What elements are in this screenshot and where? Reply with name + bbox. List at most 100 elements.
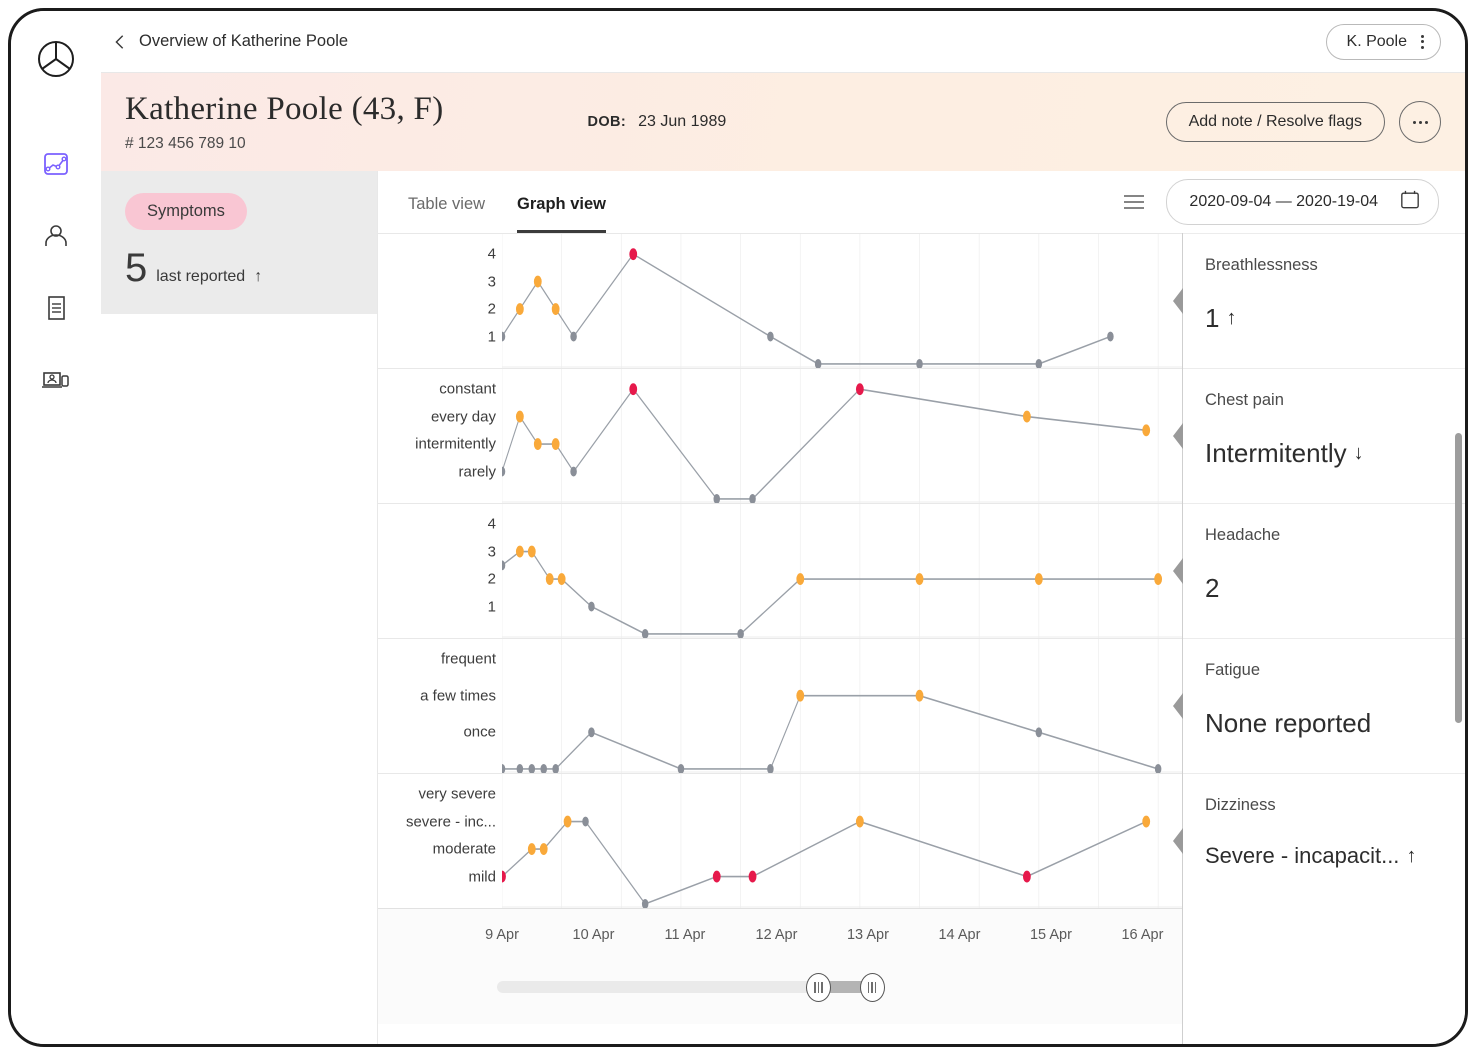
content-body: Symptoms 5 last reported ↑ Table view Gr…	[101, 171, 1465, 1044]
data-point[interactable]	[1142, 424, 1151, 437]
data-point[interactable]	[737, 628, 744, 638]
data-point[interactable]	[563, 815, 572, 828]
data-point[interactable]	[588, 727, 595, 738]
data-point[interactable]	[916, 358, 923, 368]
data-point[interactable]	[1034, 573, 1043, 585]
data-point[interactable]	[515, 410, 524, 423]
data-point[interactable]	[629, 248, 638, 261]
kebab-menu-icon[interactable]	[1421, 34, 1424, 49]
category-pill-symptoms[interactable]: Symptoms	[125, 193, 247, 230]
data-point[interactable]	[570, 331, 577, 342]
vertical-scrollbar[interactable]	[1455, 433, 1462, 723]
data-point[interactable]	[502, 870, 506, 883]
data-point[interactable]	[749, 493, 756, 503]
data-point[interactable]	[588, 601, 595, 612]
data-point[interactable]	[748, 870, 757, 883]
plot-area[interactable]	[502, 774, 1183, 908]
patient-banner: Katherine Poole (43, F) # 123 456 789 10…	[101, 73, 1465, 171]
summary-row[interactable]: Dizziness Severe - incapacit... ↑	[1183, 773, 1465, 908]
data-point[interactable]	[915, 573, 924, 585]
data-point[interactable]	[527, 843, 536, 855]
tab-table-view[interactable]: Table view	[408, 195, 485, 233]
data-point[interactable]	[570, 466, 577, 477]
data-point[interactable]	[528, 763, 536, 773]
data-point[interactable]	[796, 573, 805, 585]
y-axis-tick: 1	[487, 328, 496, 345]
nav-item-telehealth[interactable]	[33, 357, 79, 403]
data-point[interactable]	[540, 763, 547, 773]
y-axis: mild moderate severe - inc... very severe	[378, 774, 502, 908]
data-point[interactable]	[641, 628, 649, 638]
data-point[interactable]	[516, 763, 524, 773]
data-point[interactable]	[515, 545, 524, 558]
data-point[interactable]	[855, 383, 864, 396]
range-slider-handle-right[interactable]	[859, 973, 885, 1002]
data-point[interactable]	[552, 763, 559, 773]
chart-toolbar: Table view Graph view 2020-09-04 — 2020-…	[378, 171, 1465, 233]
tab-graph-view[interactable]: Graph view	[517, 195, 606, 233]
data-point[interactable]	[502, 466, 506, 477]
data-point[interactable]	[527, 545, 536, 558]
data-point[interactable]	[1142, 815, 1151, 828]
data-point[interactable]	[502, 560, 506, 571]
data-point[interactable]	[855, 815, 864, 828]
hamburger-icon[interactable]	[1124, 195, 1145, 209]
trend-up-arrow-icon: ↑	[1226, 307, 1237, 329]
plot-area[interactable]	[502, 504, 1183, 638]
summary-row[interactable]: Headache 2	[1183, 503, 1465, 638]
calendar-icon[interactable]	[1400, 189, 1420, 215]
symptom-count: 5	[125, 246, 148, 290]
data-point[interactable]	[551, 438, 560, 450]
nav-item-trends[interactable]	[33, 141, 79, 187]
data-point[interactable]	[1107, 331, 1114, 342]
data-point[interactable]	[1022, 410, 1031, 423]
date-range-picker[interactable]: 2020-09-04 — 2020-19-04	[1166, 179, 1439, 225]
summary-value-text: 1	[1205, 303, 1220, 333]
app-nav-rail	[11, 11, 101, 1044]
data-point[interactable]	[551, 303, 560, 315]
banner-more-options-button[interactable]	[1399, 101, 1441, 143]
data-point[interactable]	[557, 573, 566, 585]
summary-row[interactable]: Fatigue None reported	[1183, 638, 1465, 773]
plot-area[interactable]	[502, 234, 1183, 368]
symptom-panels: 1 2 3 4 rarely intermitently every day constant…	[378, 233, 1183, 908]
data-point[interactable]	[1035, 358, 1043, 368]
data-point[interactable]	[915, 689, 924, 702]
y-axis-tick: 4	[487, 245, 496, 263]
data-point[interactable]	[712, 870, 721, 883]
range-slider[interactable]	[378, 965, 1182, 1015]
data-point[interactable]	[814, 358, 822, 368]
add-note-resolve-flags-button[interactable]: Add note / Resolve flags	[1165, 102, 1385, 142]
data-point[interactable]	[767, 763, 774, 773]
summary-symptom-name: Chest pain	[1205, 391, 1284, 409]
data-point[interactable]	[796, 689, 805, 702]
nav-item-documents[interactable]	[33, 285, 79, 331]
data-point[interactable]	[545, 573, 554, 585]
range-slider-track[interactable]	[497, 973, 885, 1002]
data-point[interactable]	[1035, 727, 1043, 738]
back-chevron-icon[interactable]	[109, 31, 131, 53]
data-point[interactable]	[629, 383, 638, 396]
data-point[interactable]	[1022, 870, 1031, 883]
range-slider-handle-left[interactable]	[805, 973, 831, 1002]
graph-scroll-region[interactable]: 1 2 3 4 rarely intermitently every day constant…	[378, 233, 1438, 1044]
page-title: Katherine Poole (43, F)	[125, 91, 444, 128]
data-point[interactable]	[533, 438, 542, 450]
data-point[interactable]	[533, 275, 542, 288]
data-point[interactable]	[1154, 763, 1162, 773]
plot-area[interactable]	[502, 369, 1183, 503]
x-axis-tick: 13 Apr	[846, 927, 889, 943]
data-point[interactable]	[539, 843, 548, 855]
y-axis: 1 2 3 4	[378, 504, 502, 638]
plot-area[interactable]	[502, 639, 1183, 773]
data-point[interactable]	[582, 816, 589, 827]
symptom-panel: once a few times frequent	[378, 638, 1183, 773]
summary-row[interactable]: Breathlessness 1 ↑	[1183, 233, 1465, 368]
nav-item-patient[interactable]	[33, 213, 79, 259]
summary-row[interactable]: Chest pain Intermitently ↓	[1183, 368, 1465, 503]
data-point[interactable]	[1154, 573, 1163, 585]
data-point[interactable]	[767, 331, 774, 342]
user-menu-button[interactable]: K. Poole	[1325, 23, 1441, 60]
data-point[interactable]	[677, 763, 685, 773]
data-point[interactable]	[515, 303, 524, 315]
